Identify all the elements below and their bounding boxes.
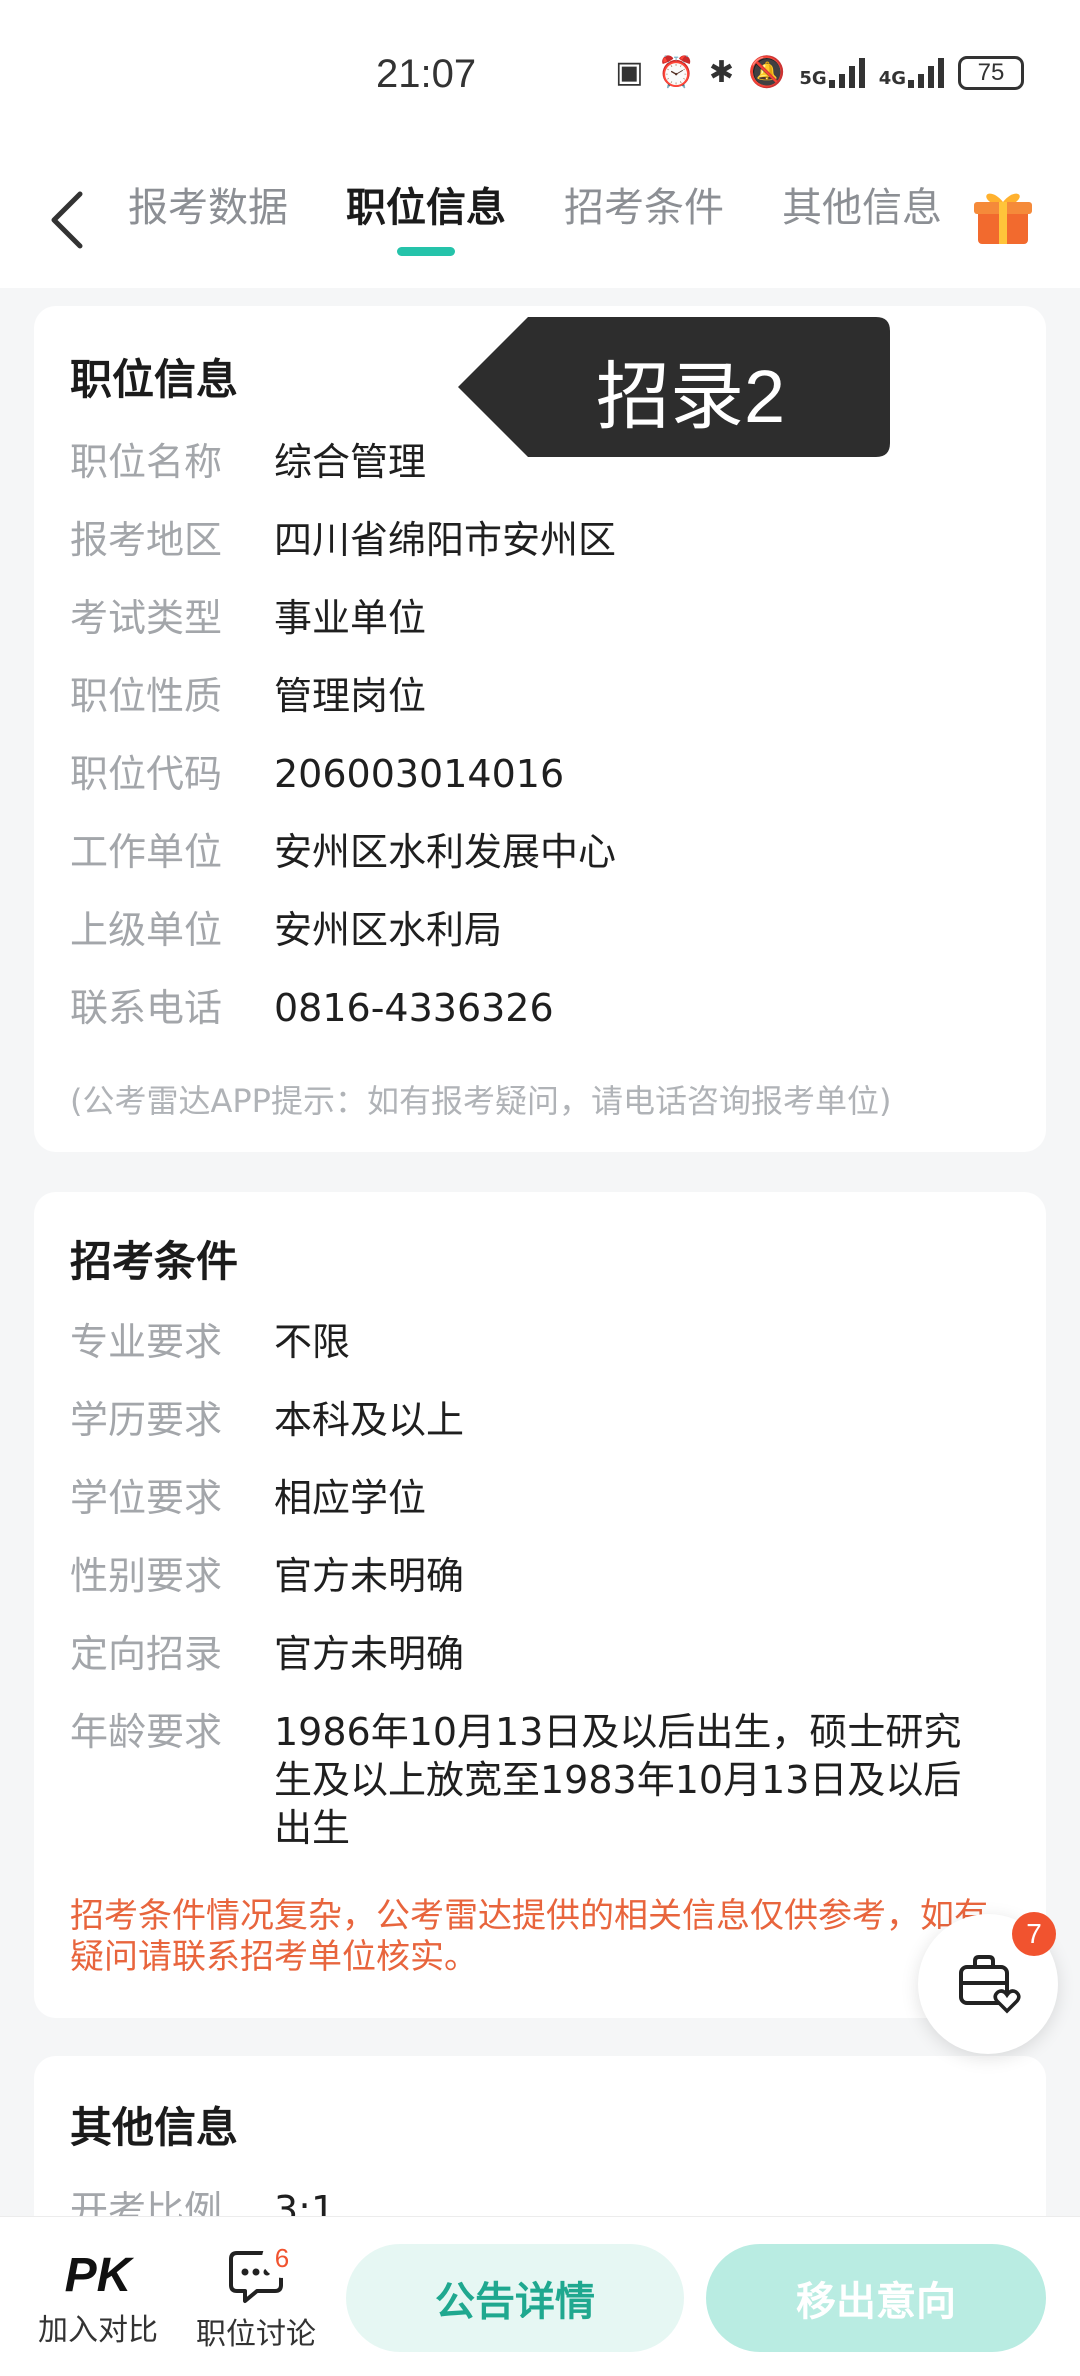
field-label: 性别要求 bbox=[70, 1554, 223, 1598]
field-label: 职位名称 bbox=[70, 440, 223, 484]
field-label: 联系电话 bbox=[70, 986, 223, 1030]
mute-icon: 🔕 bbox=[748, 55, 786, 90]
battery-indicator: 75 bbox=[958, 56, 1024, 90]
status-icons: ▣ ⏰ ✱ 🔕 5G 4G 75 bbox=[615, 56, 1024, 90]
contact-note: (公考雷达APP提示：如有报考疑问，请电话咨询报考单位) bbox=[70, 1082, 892, 1120]
phone-value[interactable]: 0816-4336326 bbox=[274, 984, 994, 1032]
field-value: 管理岗位 bbox=[274, 674, 427, 718]
field-value: 不限 bbox=[274, 1320, 351, 1364]
info-row: 职位代码 206003014016 bbox=[70, 750, 994, 798]
tab-job-info[interactable]: 职位信息 bbox=[346, 178, 506, 268]
field-value: 官方未明确 bbox=[274, 1632, 465, 1676]
field-value: 本科及以上 bbox=[274, 1398, 465, 1442]
info-row: 工作单位 安州区水利发展中心 bbox=[70, 828, 994, 876]
tab-report-data[interactable]: 报考数据 bbox=[128, 178, 288, 268]
info-row: 联系电话 0816-4336326 bbox=[70, 984, 994, 1032]
tab-bar: 报考数据 职位信息 招考条件 其他信息 bbox=[128, 178, 1000, 268]
field-label: 学历要求 bbox=[70, 1398, 223, 1442]
status-time: 21:07 bbox=[376, 52, 477, 96]
info-row: 定向招录 官方未明确 bbox=[70, 1630, 994, 1678]
info-row: 学位要求 相应学位 bbox=[70, 1474, 994, 1522]
tooltip-text: 招录2 bbox=[596, 355, 786, 438]
gift-icon[interactable] bbox=[972, 186, 1034, 248]
info-row: 学历要求 本科及以上 bbox=[70, 1396, 994, 1444]
field-value: 官方未明确 bbox=[274, 1554, 465, 1598]
field-value: 事业单位 bbox=[274, 596, 427, 640]
field-label: 年龄要求 bbox=[70, 1710, 223, 1754]
add-compare-button[interactable]: PK 加入对比 bbox=[38, 2247, 158, 2349]
field-value: 206003014016 bbox=[274, 752, 565, 796]
bottom-bar: PK 加入对比 职位讨论 公告详情 移出意向 bbox=[0, 2216, 1080, 2376]
info-row: 性别要求 官方未明确 bbox=[70, 1552, 994, 1600]
signal-5g-icon: 5G bbox=[799, 58, 865, 89]
field-label: 工作单位 bbox=[70, 830, 223, 874]
field-value: 安州区水利发展中心 bbox=[274, 830, 617, 874]
conditions-warning: 招考条件情况复杂，公考雷达提供的相关信息仅供参考，如有疑问请联系招考单位核实。 bbox=[70, 1896, 988, 1977]
field-label: 考试类型 bbox=[70, 596, 223, 640]
field-value: 安州区水利局 bbox=[274, 908, 503, 952]
field-value: 四川省绵阳市安州区 bbox=[274, 518, 617, 562]
add-compare-label: 加入对比 bbox=[38, 2313, 158, 2348]
job-discussion-label: 职位讨论 bbox=[196, 2317, 316, 2352]
tab-conditions[interactable]: 招考条件 bbox=[564, 178, 724, 268]
field-label: 职位代码 bbox=[70, 752, 223, 796]
field-label: 学位要求 bbox=[70, 1476, 223, 1520]
info-row: 报考地区 四川省绵阳市安州区 bbox=[70, 516, 994, 564]
field-value: 1986年10月13日及以后出生，硕士研究生及以上放宽至1983年10月13日及… bbox=[274, 1710, 962, 1850]
field-label: 定向招录 bbox=[70, 1632, 223, 1676]
info-row: 上级单位 安州区水利局 bbox=[70, 906, 994, 954]
info-row: 年龄要求 1986年10月13日及以后出生，硕士研究生及以上放宽至1983年10月… bbox=[70, 1708, 984, 1852]
field-label: 专业要求 bbox=[70, 1320, 223, 1364]
field-label: 职位性质 bbox=[70, 674, 223, 718]
signal-4g-label: 4G bbox=[878, 68, 906, 89]
field-label: 上级单位 bbox=[70, 908, 223, 952]
basket-count-badge: 7 bbox=[1012, 1912, 1056, 1956]
briefcase-heart-icon bbox=[959, 1955, 1021, 2014]
status-bar: 21:07 ▣ ⏰ ✱ 🔕 5G 4G 75 bbox=[0, 0, 1080, 150]
alarm-icon: ⏰ bbox=[657, 55, 695, 90]
info-row: 考试类型 事业单位 bbox=[70, 594, 994, 642]
tooltip-bubble: 招录2 bbox=[458, 317, 890, 457]
bluetooth-icon: ✱ bbox=[708, 55, 735, 90]
field-label: 报考地区 bbox=[70, 518, 223, 562]
field-value: 相应学位 bbox=[274, 1476, 427, 1520]
other-info-title: 其他信息 bbox=[70, 2103, 239, 2152]
signal-4g-icon: 4G bbox=[879, 58, 944, 88]
pk-icon: PK bbox=[64, 2249, 132, 2302]
tab-other-info[interactable]: 其他信息 bbox=[782, 178, 942, 268]
announcement-details-button[interactable]: 公告详情 bbox=[346, 2244, 684, 2352]
back-arrow-icon[interactable] bbox=[44, 188, 94, 252]
job-info-title: 职位信息 bbox=[70, 355, 239, 404]
conditions-title: 招考条件 bbox=[70, 1237, 239, 1286]
info-row: 专业要求 不限 bbox=[70, 1318, 994, 1366]
conditions-card: 招考条件 专业要求 不限 学历要求 本科及以上 学位要求 相应学位 性别要求 官方未明确… bbox=[34, 1192, 1046, 2018]
top-nav: 报考数据 职位信息 招考条件 其他信息 bbox=[0, 150, 1080, 288]
nfc-icon: ▣ bbox=[615, 55, 644, 90]
signal-5g-label: 5G bbox=[799, 68, 827, 89]
remove-intent-button[interactable]: 移出意向 bbox=[706, 2244, 1046, 2352]
discussion-count-badge: 6 bbox=[262, 2238, 302, 2278]
info-row: 职位性质 管理岗位 bbox=[70, 672, 994, 720]
